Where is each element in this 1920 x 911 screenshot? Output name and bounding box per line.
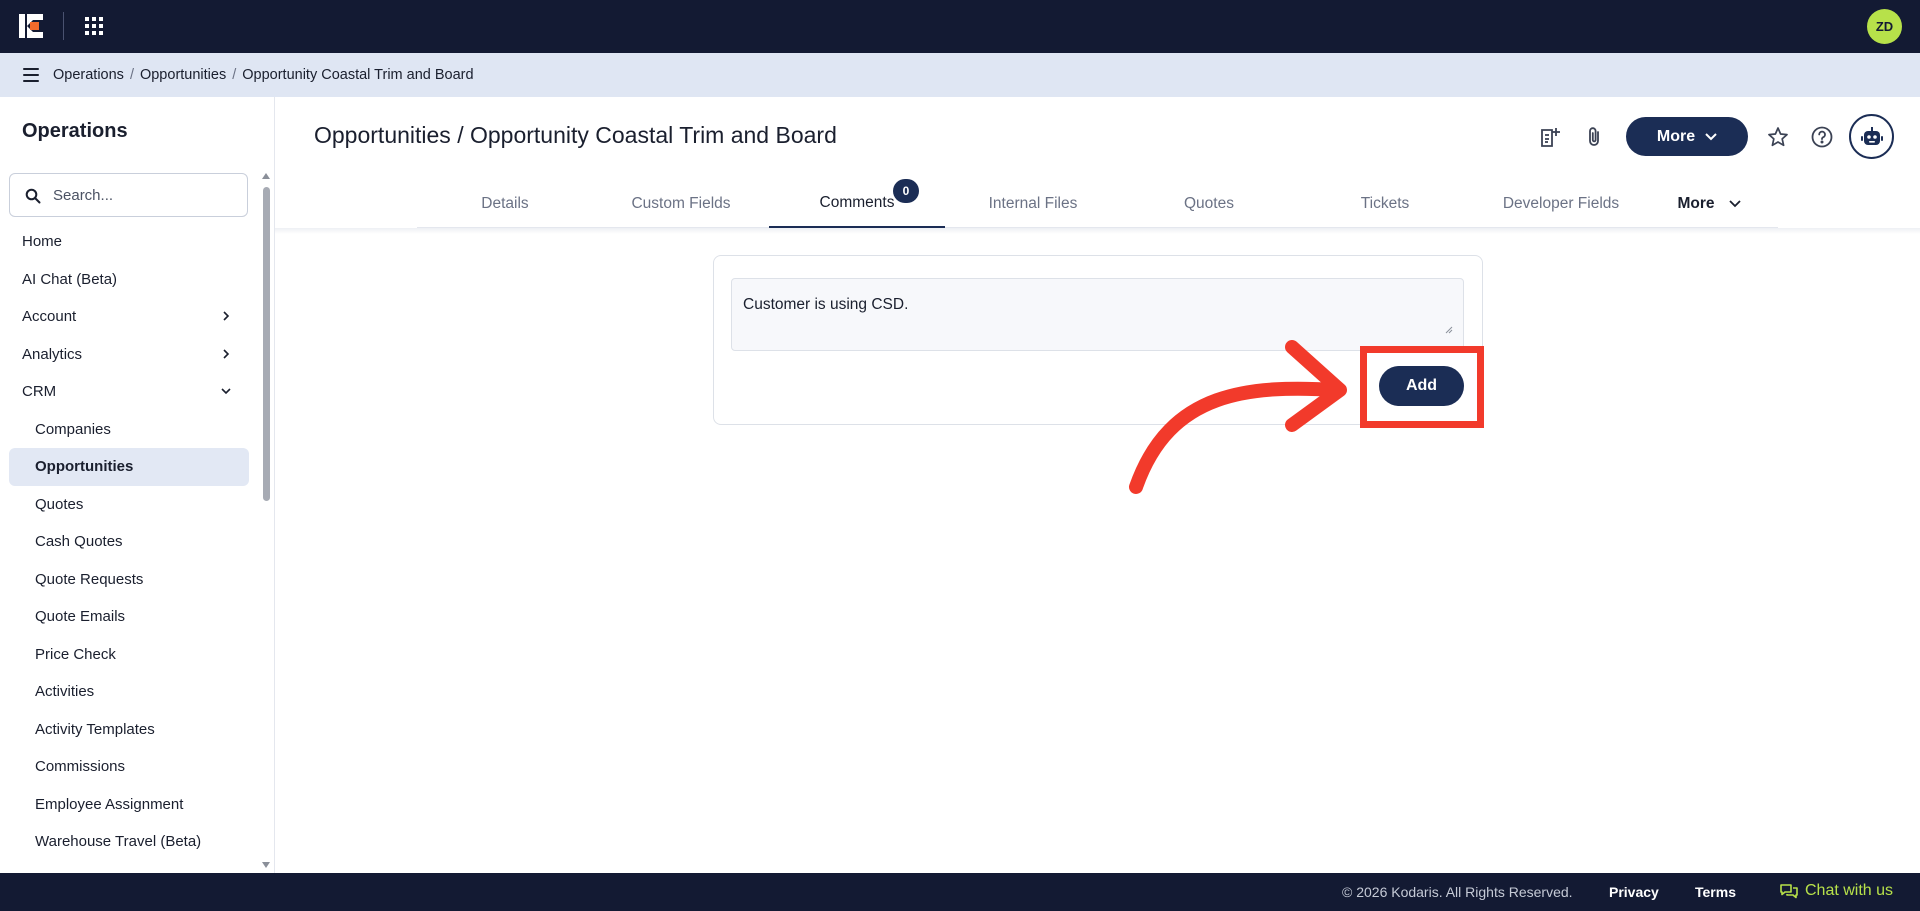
- tab-internal-files[interactable]: Internal Files: [945, 179, 1121, 228]
- footer: © 2026 Kodaris. All Rights Reserved. Pri…: [0, 873, 1920, 911]
- scroll-down-icon[interactable]: [262, 861, 270, 869]
- footer-privacy-link[interactable]: Privacy: [1609, 884, 1659, 900]
- sidebar-item-label: CRM: [22, 383, 57, 401]
- arrow-annotation-icon: [1129, 340, 1347, 494]
- chat-with-us-link[interactable]: Chat with us: [1780, 882, 1893, 900]
- chevron-right-icon: [223, 311, 230, 321]
- search-icon: [25, 188, 41, 204]
- chat-bubbles-icon: [1780, 884, 1798, 899]
- tabs-shadow: [275, 228, 1920, 234]
- sidebar-item-home[interactable]: Home: [9, 223, 249, 261]
- sidebar-title: Operations: [22, 120, 128, 142]
- sidebar-item-warehouse-travel[interactable]: Warehouse Travel (Beta): [9, 823, 249, 861]
- sidebar-item-opportunities[interactable]: Opportunities: [9, 448, 249, 486]
- chevron-down-icon: [221, 388, 231, 395]
- breadcrumb-opportunities[interactable]: Opportunities: [140, 67, 226, 83]
- add-note-icon[interactable]: [1536, 123, 1564, 151]
- sidebar-scrollbar[interactable]: [263, 187, 270, 501]
- sidebar-item-label: Employee Assignment: [35, 795, 184, 813]
- tab-developer-fields[interactable]: Developer Fields: [1473, 179, 1649, 228]
- sidebar-item-label: Account: [22, 308, 77, 326]
- avatar[interactable]: ZD: [1867, 9, 1902, 44]
- sidebar-item-label: Companies: [35, 420, 111, 438]
- top-bar: ZD: [0, 0, 1920, 53]
- sidebar-item-crm[interactable]: CRM: [9, 373, 249, 411]
- sidebar-nav: Home AI Chat (Beta) Account Analytics CR…: [9, 223, 249, 861]
- sidebar-item-cash-quotes[interactable]: Cash Quotes: [9, 523, 249, 561]
- tab-tickets[interactable]: Tickets: [1297, 179, 1473, 228]
- kodaris-logo[interactable]: [19, 14, 43, 38]
- sidebar-item-label: Commissions: [35, 758, 126, 776]
- comments-count-badge: 0: [893, 179, 919, 203]
- breadcrumb-current: Opportunity Coastal Trim and Board: [242, 67, 474, 83]
- sidebar-item-companies[interactable]: Companies: [9, 411, 249, 449]
- chevron-right-icon: [223, 348, 230, 359]
- tab-custom-fields[interactable]: Custom Fields: [593, 179, 769, 228]
- resize-handle-icon[interactable]: [1445, 326, 1453, 334]
- tab-quotes[interactable]: Quotes: [1121, 179, 1297, 228]
- page-title: Opportunities / Opportunity Coastal Trim…: [314, 122, 837, 148]
- star-icon[interactable]: [1764, 123, 1792, 151]
- breadcrumb-operations[interactable]: Operations: [53, 67, 124, 83]
- footer-terms-link[interactable]: Terms: [1695, 884, 1736, 900]
- more-button[interactable]: More: [1626, 117, 1748, 156]
- sidebar-item-price-check[interactable]: Price Check: [9, 636, 249, 674]
- sidebar-item-commissions[interactable]: Commissions: [9, 748, 249, 786]
- sidebar-item-label: Quote Emails: [35, 608, 126, 626]
- sidebar-item-label: Quotes: [35, 495, 84, 513]
- sidebar-item-label: Home: [22, 233, 63, 251]
- sidebar-item-label: Warehouse Travel (Beta): [35, 833, 202, 851]
- hamburger-menu-icon[interactable]: [23, 68, 39, 82]
- breadcrumb: Operations / Opportunities / Opportunity…: [53, 53, 474, 97]
- sidebar-item-label: AI Chat (Beta): [22, 270, 118, 288]
- sidebar-item-label: Quote Requests: [35, 570, 144, 588]
- logo-divider: [63, 12, 64, 40]
- sidebar-item-label: Activity Templates: [35, 720, 155, 738]
- sidebar-item-activity-templates[interactable]: Activity Templates: [9, 711, 249, 749]
- sidebar-item-ai-chat[interactable]: AI Chat (Beta): [9, 261, 249, 299]
- sidebar: Operations Home AI Chat (Beta) Account A…: [0, 97, 275, 873]
- more-button-label: More: [1656, 127, 1696, 145]
- apps-grid-icon[interactable]: [84, 16, 104, 36]
- sidebar-search[interactable]: [9, 173, 248, 217]
- sidebar-item-analytics[interactable]: Analytics: [9, 336, 249, 374]
- help-icon[interactable]: [1808, 123, 1836, 151]
- search-input[interactable]: [53, 184, 233, 206]
- record-tabs: Details Custom Fields Comments Internal …: [417, 179, 1778, 228]
- sidebar-item-account[interactable]: Account: [9, 298, 249, 336]
- robot-icon: [1860, 126, 1883, 145]
- tab-details[interactable]: Details: [417, 179, 593, 228]
- breadcrumb-bar: Operations / Opportunities / Opportunity…: [0, 53, 1920, 97]
- chat-with-us-label: Chat with us: [1805, 882, 1894, 899]
- sidebar-item-label: Cash Quotes: [35, 533, 123, 551]
- scroll-up-icon[interactable]: [262, 172, 270, 180]
- ai-assistant-button[interactable]: [1849, 114, 1894, 159]
- chevron-down-icon: [1728, 199, 1741, 207]
- footer-copyright: © 2026 Kodaris. All Rights Reserved.: [1342, 884, 1573, 900]
- sidebar-item-activities[interactable]: Activities: [9, 673, 249, 711]
- tab-more-label: More: [1677, 194, 1715, 212]
- sidebar-item-label: Price Check: [35, 645, 116, 663]
- sidebar-item-quote-requests[interactable]: Quote Requests: [9, 561, 249, 599]
- breadcrumb-separator: /: [232, 67, 237, 83]
- sidebar-item-label: Activities: [35, 683, 95, 701]
- tab-comments[interactable]: Comments: [769, 179, 945, 228]
- chevron-down-icon: [1705, 132, 1717, 140]
- sidebar-item-label: Opportunities: [35, 458, 134, 476]
- sidebar-item-quotes[interactable]: Quotes: [9, 486, 249, 524]
- tab-more[interactable]: More: [1649, 179, 1769, 228]
- breadcrumb-separator: /: [129, 67, 134, 83]
- sidebar-item-employee-assignment[interactable]: Employee Assignment: [9, 786, 249, 824]
- paperclip-icon[interactable]: [1580, 123, 1608, 151]
- sidebar-item-quote-emails[interactable]: Quote Emails: [9, 598, 249, 636]
- sidebar-item-label: Analytics: [22, 345, 83, 363]
